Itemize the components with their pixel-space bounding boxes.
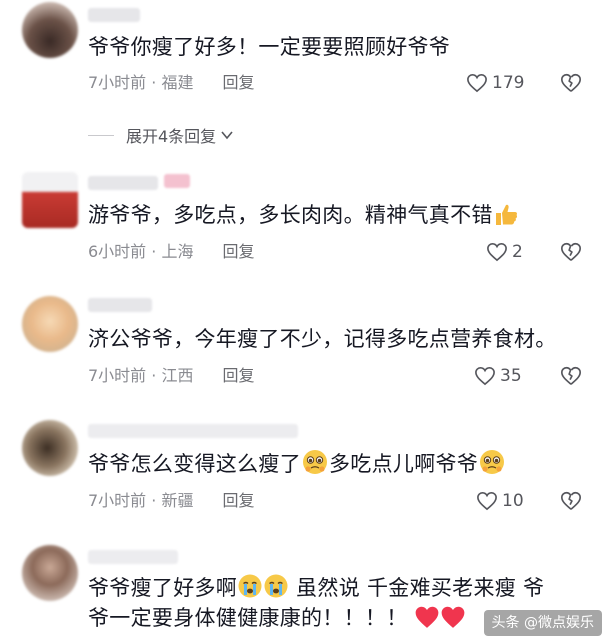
comment-text-part: 爷一定要身体健健康康的！！！！ [88,606,408,630]
crying-face-emoji-icon [238,574,262,598]
comment-meta: 7小时前 · 江西 回复 [88,364,255,388]
avatar[interactable] [22,420,78,476]
expand-replies-label: 展开4条回复 [126,127,217,146]
reply-button[interactable]: 回复 [223,73,255,92]
red-heart-emoji-icon [416,606,439,628]
comment-meta: 7小时前 · 福建 回复 [88,71,255,95]
reply-button[interactable]: 回复 [223,491,255,510]
heart-outline-icon [475,366,495,386]
comment-text-part: 虽然说 千金难买老来瘦 爷 [296,576,545,600]
comment-text-part: 爷爷瘦了好多啊 [88,576,238,600]
comment-meta: 7小时前 · 新疆 回复 [88,489,255,513]
username-blurred[interactable] [88,8,140,22]
like-count: 2 [512,242,523,262]
comment-text-part: 多吃点儿啊爷爷 [329,452,479,476]
like-button[interactable]: 35 [474,363,522,389]
like-button[interactable]: 10 [476,488,524,514]
avatar[interactable] [22,545,78,601]
broken-heart-icon[interactable] [560,72,582,94]
red-heart-emoji-icon [442,606,465,628]
comment-text: 游爷爷，多吃点，多长肉肉。精神气真不错 [88,198,582,232]
comment-time-location: 7小时前 · 福建 [88,73,194,92]
pleading-face-emoji-icon [303,450,327,474]
comment-time-location: 7小时前 · 新疆 [88,491,194,510]
like-count: 35 [500,366,522,386]
comment-text-part: 爷爷怎么变得这么瘦了 [88,452,301,476]
like-button[interactable]: 2 [486,239,523,265]
avatar[interactable] [22,296,78,352]
expand-replies-button[interactable]: 展开4条回复 [88,122,234,148]
avatar[interactable] [22,2,78,58]
chevron-down-icon [221,131,233,140]
comment-meta: 6小时前 · 上海 回复 [88,240,255,264]
like-button[interactable]: 179 [466,70,524,96]
comment-time-location: 7小时前 · 江西 [88,366,194,385]
watermark: 头条 @微点娱乐 [483,610,602,636]
username-blurred[interactable] [88,550,178,564]
comment-text: 爷爷你瘦了好多！一定要要照顾好爷爷 [88,35,451,59]
thumbs-up-emoji-icon [495,204,517,225]
crying-face-emoji-icon [264,574,288,598]
heart-outline-icon [487,242,507,262]
broken-heart-icon[interactable] [560,241,582,263]
broken-heart-icon[interactable] [560,365,582,387]
avatar[interactable] [22,172,78,228]
heart-outline-icon [467,73,487,93]
username-blurred[interactable] [88,298,152,312]
heart-outline-icon [477,491,497,511]
comment-text: 爷爷怎么变得这么瘦了 多吃点儿啊爷爷 [88,447,582,481]
divider [88,134,114,136]
comment-text: 济公爷爷，今年瘦了不少，记得多吃点营养食材。 [88,327,557,351]
reply-button[interactable]: 回复 [223,242,255,261]
comment-time-location: 6小时前 · 上海 [88,242,194,261]
username-blurred[interactable] [88,424,298,438]
like-count: 179 [492,73,525,93]
username-blurred[interactable] [88,174,190,190]
comment-text-content: 游爷爷，多吃点，多长肉肉。精神气真不错 [88,203,493,227]
broken-heart-icon[interactable] [560,490,582,512]
like-count: 10 [502,491,524,511]
pleading-face-emoji-icon [480,450,505,474]
reply-button[interactable]: 回复 [223,366,255,385]
